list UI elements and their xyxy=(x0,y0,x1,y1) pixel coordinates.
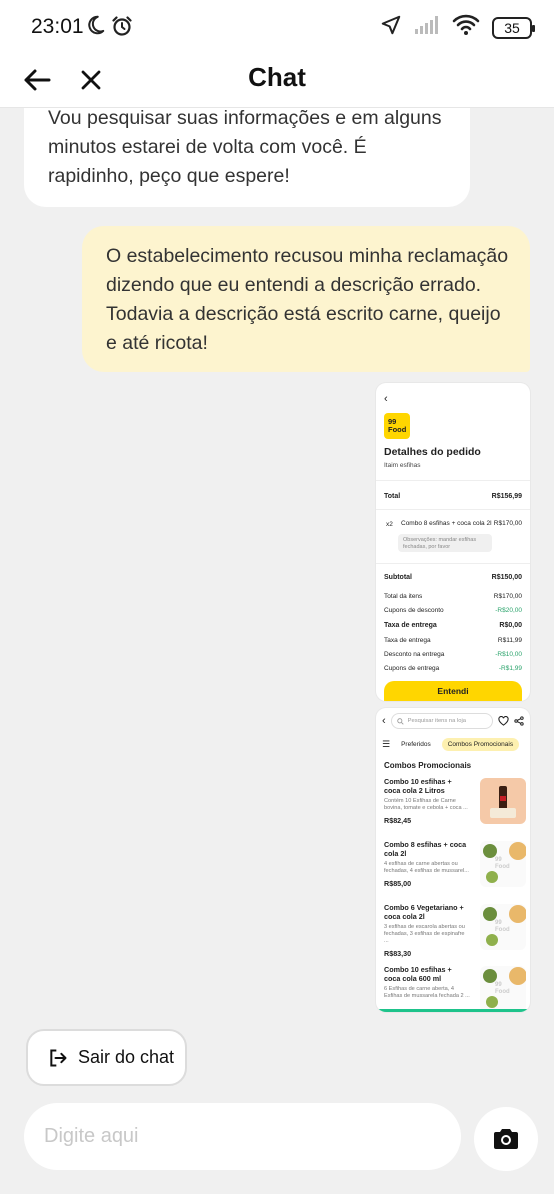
fee-row: Desconto na entrega -R$10,00 xyxy=(384,651,522,658)
exit-chat-label: Sair do chat xyxy=(78,1047,175,1067)
chat-screen: 23:01 35 Chat Vou pesquisar suas informa… xyxy=(0,0,554,1200)
chevron-left-icon: ‹ xyxy=(384,393,388,405)
menu-icon: ☰ xyxy=(382,739,391,749)
fee-row: Taxa de entrega R$11,99 xyxy=(384,637,522,644)
status-time: 23:01 xyxy=(31,15,84,38)
order-note: Observações: mandar esfihas fechadas, po… xyxy=(398,534,492,552)
understood-button: Entendi xyxy=(384,681,522,701)
alarm-icon xyxy=(110,14,134,43)
page-title: Chat xyxy=(248,62,306,92)
chevron-left-icon: ‹ xyxy=(382,715,386,727)
product-image xyxy=(480,778,526,824)
wifi-icon xyxy=(452,14,480,41)
status-bar: 23:01 35 xyxy=(0,0,554,52)
camera-icon xyxy=(494,1129,518,1149)
item-qty: x2 xyxy=(386,521,393,528)
message-list[interactable]: Vou pesquisar suas informações e em algu… xyxy=(0,108,554,1020)
fee-row: Cupons de desconto -R$20,00 xyxy=(384,607,522,614)
chat-header: Chat xyxy=(0,52,554,108)
fee-row: Cupons de entrega -R$1,99 xyxy=(384,665,522,672)
fee-row: Total da itens R$170,00 xyxy=(384,593,522,600)
app-logo: 99 Food xyxy=(384,413,410,439)
product-image: 99 Food xyxy=(480,904,526,950)
tab-combos: Combos Promocionais xyxy=(441,738,520,751)
tab-preferidos: Preferidos xyxy=(401,741,431,748)
exit-chat-button[interactable]: Sair do chat xyxy=(26,1029,187,1086)
section-title: Combos Promocionais xyxy=(384,761,472,770)
product-item: Combo 10 esfihas + coca cola 2 Litros Con… xyxy=(384,777,526,825)
battery-indicator: 35 xyxy=(492,16,535,39)
fee-row: Taxa de entrega R$0,00 xyxy=(384,622,522,629)
order-title: Detalhes do pedido xyxy=(384,446,481,458)
product-item: Combo 10 esfihas + coca cola 600 ml 6 Esf… xyxy=(384,965,526,1012)
moon-icon xyxy=(84,14,106,43)
order-screenshot-attachment[interactable]: ‹ 99 Food Detalhes do pedido Itaim esfih… xyxy=(376,383,530,701)
search-icon xyxy=(396,718,404,725)
menu-screenshot-attachment[interactable]: ‹ Pesquisar itens na loja ☰ Preferidos C… xyxy=(376,708,530,1012)
store-name: Itaim esfihas xyxy=(384,462,421,469)
share-icon xyxy=(514,716,524,726)
product-item: Combo 8 esfihas + coca cola 2l 4 esfihas … xyxy=(384,840,526,888)
location-icon xyxy=(380,14,402,41)
user-message: O estabelecimento recusou minha reclamaç… xyxy=(82,226,530,372)
subtotal-row: Subtotal R$150,00 xyxy=(384,574,522,581)
agent-message: Vou pesquisar suas informações e em algu… xyxy=(24,108,470,207)
total-row: Total R$156,99 xyxy=(384,493,522,500)
menu-search: Pesquisar itens na loja xyxy=(390,713,493,729)
heart-icon xyxy=(498,716,509,726)
camera-button[interactable] xyxy=(474,1107,538,1171)
logout-icon xyxy=(50,1049,67,1066)
product-image: 99 Food xyxy=(480,966,526,1012)
signal-icon xyxy=(414,15,440,40)
product-item: Combo 6 Vegetariano + coca cola 2l 3 esfi… xyxy=(384,903,526,958)
message-input-wrapper xyxy=(24,1103,461,1170)
product-image: 99 Food xyxy=(480,841,526,887)
order-item: Combo 8 esfihas + coca cola 2l R$170,00 xyxy=(401,520,522,527)
message-input[interactable] xyxy=(24,1103,461,1170)
